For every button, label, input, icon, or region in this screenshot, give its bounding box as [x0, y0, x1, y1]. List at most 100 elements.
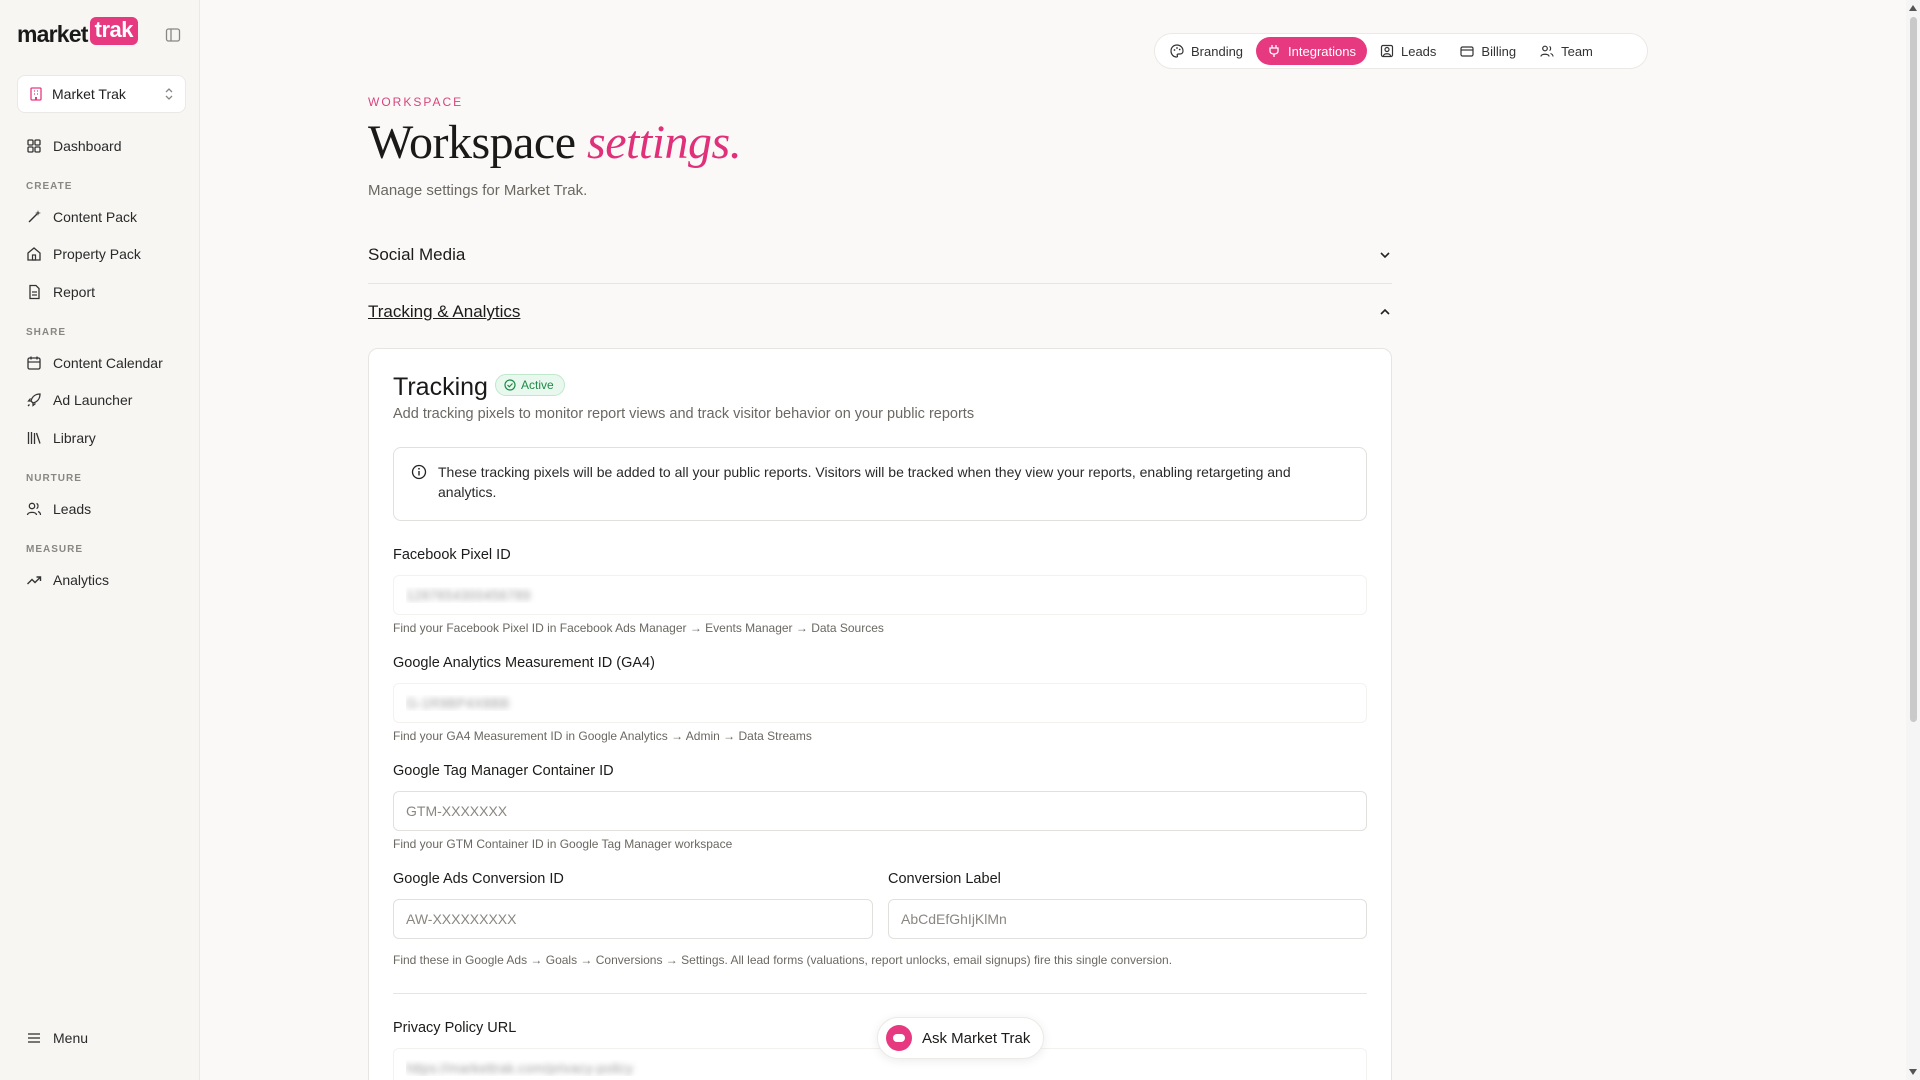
card-description: Add tracking pixels to monitor report vi…: [393, 406, 975, 422]
sidebar-collapse-icon[interactable]: [165, 27, 183, 45]
ads-conversion-input[interactable]: [393, 899, 873, 939]
calendar-icon: [26, 355, 42, 371]
logo-badge: trak: [89, 17, 138, 45]
sidebar-item-label: Library: [53, 430, 96, 446]
facebook-pixel-hint: Find your Facebook Pixel ID in Facebook …: [393, 621, 884, 635]
workspace-name: Market Trak: [52, 86, 126, 102]
tab-branding[interactable]: Branding: [1159, 37, 1254, 65]
sidebar-item-property-pack[interactable]: Property Pack: [17, 238, 187, 270]
chevron-updown-icon: [163, 87, 175, 101]
badge-label: Active: [521, 378, 554, 392]
check-circle-icon: [504, 379, 516, 391]
credit-card-icon: [1460, 44, 1475, 58]
facebook-pixel-label: Facebook Pixel ID: [393, 547, 511, 563]
document-icon: [26, 284, 42, 300]
sidebar-item-library[interactable]: Library: [17, 422, 187, 454]
facebook-pixel-input[interactable]: [393, 575, 1367, 615]
gtm-input[interactable]: [393, 791, 1367, 831]
chevron-down-icon: [1378, 248, 1392, 262]
scroll-down-icon[interactable]: [1909, 1069, 1917, 1075]
sidebar-item-content-calendar[interactable]: Content Calendar: [17, 347, 187, 379]
sidebar-item-label: Property Pack: [53, 246, 141, 262]
workspace-switcher[interactable]: Market Trak: [17, 75, 186, 113]
section-measure: MEASURE: [26, 544, 84, 555]
card-title: Tracking: [393, 373, 488, 401]
section-share: SHARE: [26, 327, 67, 338]
page-title: Workspace settings.: [368, 115, 742, 170]
info-icon: [411, 464, 427, 480]
sidebar-item-ad-launcher[interactable]: Ad Launcher: [17, 384, 187, 416]
palette-icon: [1170, 44, 1184, 58]
page-title-main: Workspace: [368, 116, 576, 169]
sidebar-item-dashboard[interactable]: Dashboard: [17, 130, 187, 162]
ga4-label: Google Analytics Measurement ID (GA4): [393, 655, 655, 671]
chevron-up-icon: [1378, 305, 1392, 319]
sidebar-item-label: Report: [53, 284, 96, 300]
ask-button-label: Ask Market Trak: [922, 1029, 1031, 1047]
accordion-tracking-analytics[interactable]: Tracking & Analytics: [368, 292, 1392, 332]
tab-leads[interactable]: Leads: [1369, 37, 1447, 65]
privacy-policy-input[interactable]: [393, 1048, 1367, 1080]
sidebar-item-label: Ad Launcher: [53, 392, 133, 408]
home-icon: [26, 246, 42, 262]
tab-label: Leads: [1400, 43, 1437, 59]
plug-icon: [1267, 44, 1281, 58]
tab-team[interactable]: Team: [1529, 37, 1604, 65]
settings-tabs: Branding Integrations Leads Billing Team: [1154, 33, 1648, 69]
page-eyebrow: WORKSPACE: [368, 95, 464, 109]
section-nurture: NURTURE: [26, 473, 82, 484]
tab-label: Integrations: [1288, 43, 1356, 59]
page-title-accent: settings.: [587, 116, 742, 169]
section-create: CREATE: [26, 181, 73, 192]
ask-assistant-button[interactable]: Ask Market Trak: [877, 1017, 1044, 1059]
status-badge: Active: [495, 374, 565, 396]
sidebar-item-label: Analytics: [53, 572, 110, 588]
tab-billing[interactable]: Billing: [1449, 37, 1527, 65]
info-text: These tracking pixels will be added to a…: [438, 464, 1291, 500]
tracking-card: Tracking Active Add tracking pixels to m…: [368, 348, 1392, 1080]
chat-bubble-icon: [886, 1025, 912, 1051]
accordion-social-media[interactable]: Social Media: [368, 235, 1392, 275]
divider: [393, 993, 1367, 994]
ga4-hint: Find your GA4 Measurement ID in Google A…: [393, 729, 812, 743]
users-icon: [26, 501, 42, 517]
scroll-up-icon[interactable]: [1909, 5, 1917, 11]
sidebar: market trak Market Trak Dashboard CREATE…: [0, 0, 200, 1080]
info-alert: These tracking pixels will be added to a…: [393, 447, 1367, 521]
tab-label: Team: [1561, 43, 1593, 59]
page-scrollbar[interactable]: [1906, 0, 1920, 1080]
logo[interactable]: market trak: [17, 17, 138, 48]
ga4-input[interactable]: [393, 683, 1367, 723]
logo-text: market: [17, 20, 88, 47]
divider: [368, 283, 1392, 284]
sidebar-item-content-pack[interactable]: Content Pack: [17, 201, 187, 233]
sidebar-item-report[interactable]: Report: [17, 276, 187, 308]
team-icon: [1540, 44, 1554, 58]
ads-hint: Find these in Google Ads → Goals → Conve…: [393, 953, 1173, 967]
hamburger-icon: [26, 1030, 42, 1046]
sidebar-item-label: Leads: [53, 501, 92, 517]
scroll-thumb[interactable]: [1910, 17, 1917, 722]
sidebar-item-label: Menu: [53, 1030, 89, 1046]
sidebar-item-label: Content Calendar: [53, 355, 163, 371]
grid-icon: [26, 138, 42, 154]
tab-label: Branding: [1191, 43, 1244, 59]
sidebar-item-analytics[interactable]: Analytics: [17, 564, 187, 596]
sidebar-menu-button[interactable]: Menu: [17, 1022, 187, 1054]
tab-label: Billing: [1481, 43, 1517, 59]
gtm-hint: Find your GTM Container ID in Google Tag…: [393, 837, 733, 851]
conversion-label-input[interactable]: [888, 899, 1367, 939]
rocket-icon: [26, 392, 42, 408]
conversion-label-label: Conversion Label: [888, 871, 1001, 887]
building-icon: [28, 86, 44, 102]
sidebar-item-label: Content Pack: [53, 209, 138, 225]
accordion-title: Social Media: [368, 245, 466, 264]
tab-integrations[interactable]: Integrations: [1256, 37, 1367, 65]
sidebar-item-leads[interactable]: Leads: [17, 493, 187, 525]
privacy-policy-label: Privacy Policy URL: [393, 1020, 517, 1036]
accordion-title: Tracking & Analytics: [368, 302, 521, 321]
gtm-label: Google Tag Manager Container ID: [393, 763, 614, 779]
page-subtitle: Manage settings for Market Trak.: [368, 182, 588, 199]
trending-up-icon: [26, 572, 42, 588]
magic-wand-icon: [26, 209, 42, 225]
